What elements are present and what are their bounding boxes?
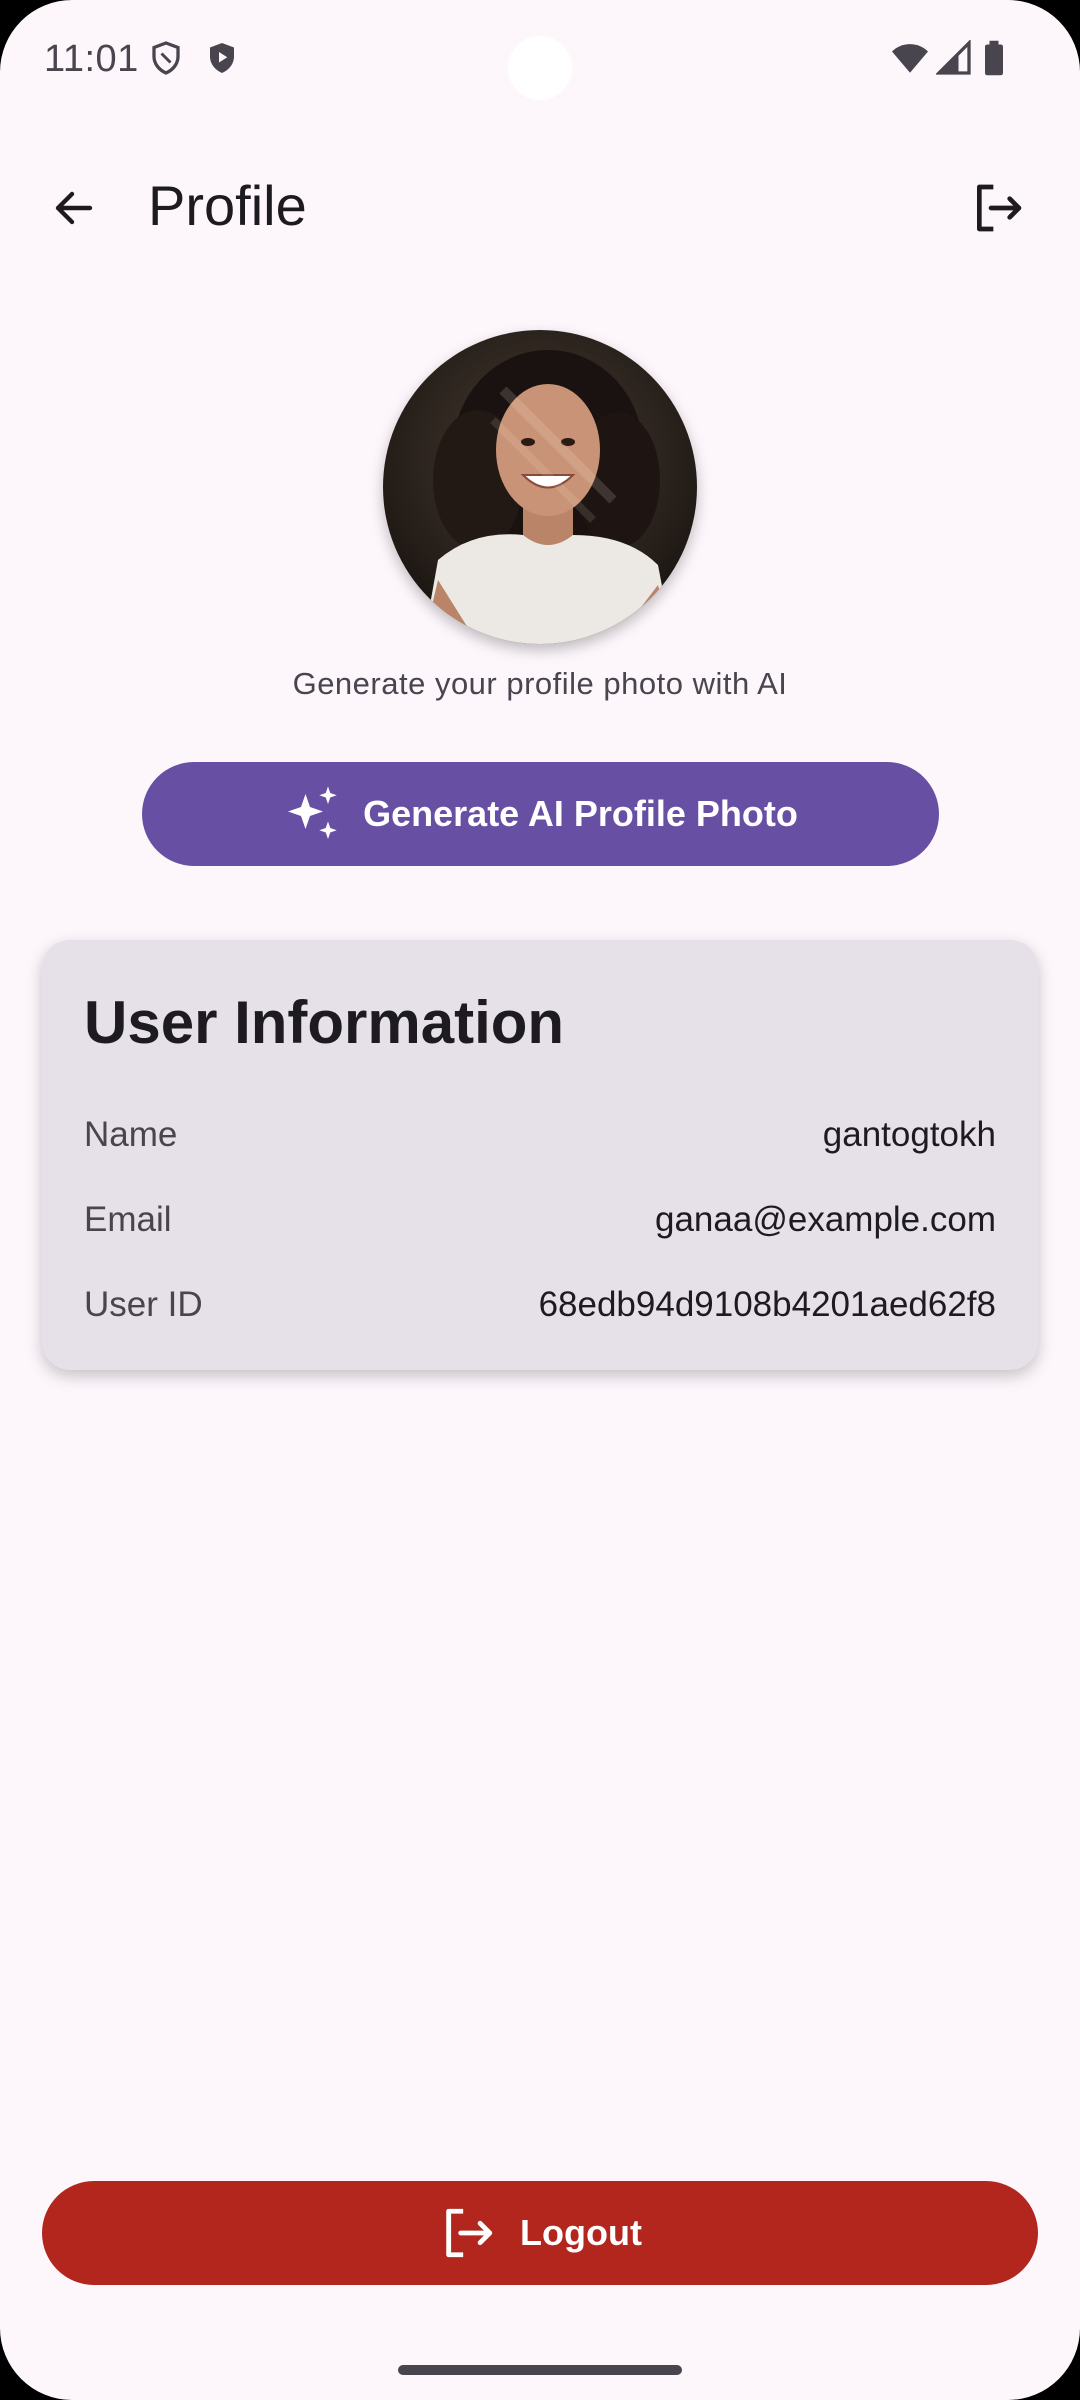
gesture-navigation-bar[interactable] bbox=[398, 2365, 682, 2375]
profile-screen: 11:01 Profile Generate your profile phot… bbox=[0, 0, 1080, 2400]
avatar-caption: Generate your profile photo with AI bbox=[292, 666, 788, 701]
battery-icon bbox=[982, 40, 1006, 76]
info-label: Email bbox=[84, 1200, 172, 1239]
status-bar: 11:01 bbox=[0, 0, 1080, 120]
wifi-icon bbox=[890, 40, 930, 76]
sparkle-icon bbox=[283, 784, 343, 844]
avatar[interactable] bbox=[383, 330, 697, 644]
camera-cutout bbox=[508, 36, 572, 100]
user-info-card: User Information Name gantogtokh Email g… bbox=[42, 940, 1038, 1370]
card-title: User Information bbox=[84, 989, 565, 1056]
generate-button-label: Generate AI Profile Photo bbox=[363, 793, 798, 834]
logout-icon-button[interactable] bbox=[960, 172, 1036, 248]
shield-play-icon bbox=[204, 40, 240, 76]
info-label: Name bbox=[84, 1115, 178, 1154]
cell-signal-icon bbox=[935, 39, 972, 76]
info-value: 68edb94d9108b4201aed62f8 bbox=[538, 1285, 996, 1324]
info-row-user-id: User ID 68edb94d9108b4201aed62f8 bbox=[84, 1280, 996, 1330]
logout-icon bbox=[438, 2203, 498, 2263]
info-row-email: Email ganaa@example.com bbox=[84, 1195, 996, 1245]
logout-button[interactable]: Logout bbox=[42, 2181, 1038, 2285]
info-row-name: Name gantogtokh bbox=[84, 1110, 996, 1160]
generate-ai-photo-button[interactable]: Generate AI Profile Photo bbox=[142, 762, 939, 866]
logout-button-label: Logout bbox=[520, 2212, 642, 2253]
top-app-bar: Profile bbox=[0, 150, 1080, 262]
info-value: gantogtokh bbox=[822, 1115, 996, 1154]
back-button[interactable] bbox=[36, 172, 112, 248]
page-title: Profile bbox=[148, 174, 307, 237]
info-label: User ID bbox=[84, 1285, 203, 1324]
logout-icon bbox=[970, 180, 1026, 241]
info-value: ganaa@example.com bbox=[655, 1200, 996, 1239]
arrow-back-icon bbox=[50, 184, 98, 237]
shield-outline-icon bbox=[148, 40, 184, 76]
status-time: 11:01 bbox=[44, 38, 139, 80]
